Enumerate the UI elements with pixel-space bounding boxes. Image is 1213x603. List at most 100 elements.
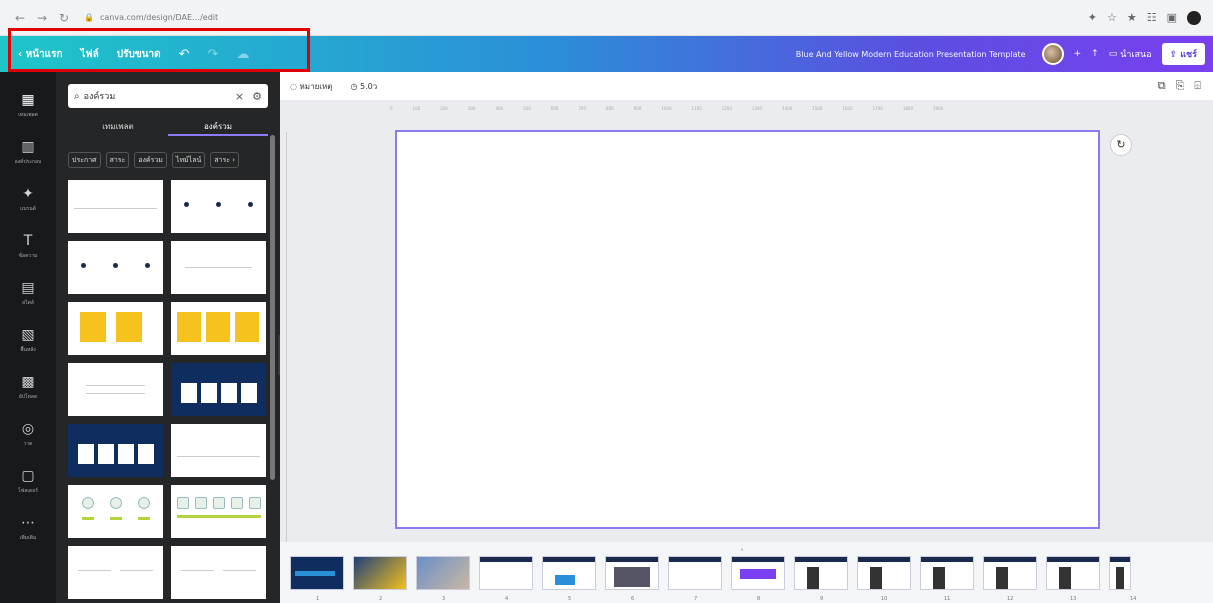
slide-canvas[interactable] xyxy=(395,130,1100,529)
timer-button[interactable]: ◷ 5.0ว xyxy=(350,80,377,93)
thumb-dot xyxy=(247,202,253,207)
layout-thumbnail[interactable] xyxy=(171,424,266,477)
slide-thumbnail[interactable] xyxy=(794,556,848,590)
slide-thumbnail[interactable] xyxy=(479,556,533,590)
thumb-white-box xyxy=(221,383,237,403)
extension-icon[interactable]: ✦ xyxy=(1088,11,1097,25)
slide-block xyxy=(807,567,819,589)
slide-thumbnail[interactable] xyxy=(542,556,596,590)
slide-thumbnail[interactable] xyxy=(857,556,911,590)
ruler-tick: 700 xyxy=(578,105,587,111)
undo-icon[interactable]: ↶ xyxy=(179,47,190,62)
ruler-tick: 400 xyxy=(495,105,504,111)
layout-thumbnail[interactable] xyxy=(171,180,266,233)
clear-search-icon[interactable]: × xyxy=(235,90,244,103)
chip[interactable]: ไทม์ไลน์ xyxy=(171,152,206,168)
tab-templates[interactable]: เทมเพลต xyxy=(68,116,168,136)
slide-number: 1 xyxy=(316,596,320,602)
slide-thumbnail[interactable] xyxy=(668,556,722,590)
slide-thumbnail[interactable] xyxy=(1109,556,1131,590)
present-label: นำเสนอ xyxy=(1120,50,1152,60)
redo-icon[interactable]: ↷ xyxy=(208,47,219,62)
resize-button[interactable]: ปรับขนาด xyxy=(117,47,161,62)
add-collaborator-button[interactable]: + xyxy=(1074,49,1082,59)
rail-item-styles[interactable]: ▤ สไตล์ xyxy=(0,270,56,317)
slide-thumbnail[interactable] xyxy=(416,556,470,590)
rail-label: โฟลเดอร์ xyxy=(18,488,38,494)
thumb-green-bar xyxy=(110,517,122,520)
extension-icon[interactable]: ☷ xyxy=(1147,11,1157,25)
extension-icon[interactable]: ★ xyxy=(1127,11,1137,25)
tab-layouts[interactable]: องค์รวม xyxy=(168,116,268,136)
rail-item-draw[interactable]: ◎ วาด xyxy=(0,411,56,458)
panel-scrollbar[interactable] xyxy=(270,135,275,480)
share-button[interactable]: ⇪ แชร์ xyxy=(1161,43,1205,65)
thumb-box xyxy=(249,497,261,509)
thumb-dot xyxy=(144,263,150,268)
notes-label: หมายเหตุ xyxy=(299,81,333,91)
slide-thumbnail[interactable] xyxy=(920,556,974,590)
layout-thumbnail[interactable] xyxy=(68,180,163,233)
profile-avatar[interactable] xyxy=(1187,10,1201,25)
slide-thumbnail[interactable] xyxy=(1046,556,1100,590)
add-page-icon[interactable]: ⧉ xyxy=(1158,79,1166,93)
user-avatar[interactable] xyxy=(1041,43,1064,65)
browser-toolbar: ← → ↻ 🔒 canva.com/design/DAE…/edit ✦ ☆ ★… xyxy=(0,0,1213,36)
slide-thumbnail[interactable] xyxy=(290,556,344,590)
layout-thumbnail[interactable] xyxy=(68,302,163,355)
notes-button[interactable]: ◌ หมายเหตุ xyxy=(290,80,332,93)
slide-number: 8 xyxy=(757,596,761,602)
window-icon[interactable]: ▣ xyxy=(1167,11,1177,25)
layout-thumbnail[interactable] xyxy=(171,363,266,416)
search-input[interactable]: ⌕ องค์รวม × ⚙ xyxy=(68,84,268,108)
chip[interactable]: องค์รวม xyxy=(134,152,167,168)
insights-icon[interactable]: ↑ xyxy=(1091,49,1099,59)
filter-icon[interactable]: ⚙ xyxy=(252,90,262,103)
thumb-box xyxy=(213,497,225,509)
layout-thumbnail[interactable] xyxy=(171,485,266,538)
thumb-circle xyxy=(82,497,94,509)
address-bar[interactable]: 🔒 canva.com/design/DAE…/edit xyxy=(78,8,498,28)
present-button[interactable]: ▭ นำเสนอ xyxy=(1109,47,1152,61)
rail-item-more[interactable]: ⋯ เพิ่มเติม xyxy=(0,505,56,552)
panel-tabs: เทมเพลต องค์รวม xyxy=(68,116,268,136)
slide-thumbnail[interactable] xyxy=(353,556,407,590)
rail-item-background[interactable]: ▧ พื้นหลัง xyxy=(0,317,56,364)
duplicate-page-icon[interactable]: ⎘ xyxy=(1176,79,1185,93)
file-menu-button[interactable]: ไฟล์ xyxy=(81,47,99,62)
layout-thumbnail[interactable] xyxy=(68,363,163,416)
refresh-icon[interactable]: ↻ xyxy=(1110,134,1132,156)
slide-thumbnail[interactable] xyxy=(605,556,659,590)
slide-thumbnail[interactable] xyxy=(731,556,785,590)
rail-item-elements[interactable]: ▥ องค์ประกอบ xyxy=(0,129,56,176)
back-arrow-icon[interactable]: ← xyxy=(12,11,28,25)
layout-thumbnail[interactable] xyxy=(171,546,266,599)
topbar-menu: ‹ หน้าแรก ไฟล์ ปรับขนาด ↶ ↷ ☁ xyxy=(0,36,249,72)
document-title[interactable]: Blue And Yellow Modern Education Present… xyxy=(796,50,1026,59)
rail-item-templates[interactable]: ▦ เทมเพลต xyxy=(0,82,56,129)
home-button[interactable]: ‹ หน้าแรก xyxy=(18,47,63,62)
layout-thumbnail[interactable] xyxy=(68,546,163,599)
rail-item-brand[interactable]: ✦ แบรนด์ xyxy=(0,176,56,223)
layout-thumbnail[interactable] xyxy=(68,485,163,538)
chip-next[interactable]: สาระ › xyxy=(210,152,240,168)
forward-arrow-icon[interactable]: → xyxy=(34,11,50,25)
ruler-tick: 200 xyxy=(440,105,448,111)
reload-icon[interactable]: ↻ xyxy=(56,11,72,25)
rail-item-folders[interactable]: ▢ โฟลเดอร์ xyxy=(0,458,56,505)
delete-page-icon[interactable]: ⌹ xyxy=(1194,79,1201,93)
layout-thumbnail[interactable] xyxy=(68,241,163,294)
rail-item-uploads[interactable]: ▩ อัปโหลด xyxy=(0,364,56,411)
thumb-white-box xyxy=(98,444,114,464)
thumb-circle xyxy=(138,497,150,509)
layout-thumbnail[interactable] xyxy=(171,302,266,355)
slide-thumbnail[interactable] xyxy=(983,556,1037,590)
chip[interactable]: ประกาศ xyxy=(68,152,101,168)
left-ruler xyxy=(286,132,294,552)
layout-thumbnail[interactable] xyxy=(171,241,266,294)
layout-thumbnail[interactable] xyxy=(68,424,163,477)
chip[interactable]: สาระ xyxy=(105,152,130,168)
bookmark-icon[interactable]: ☆ xyxy=(1107,11,1117,25)
thumb-lines xyxy=(185,267,252,275)
rail-item-text[interactable]: T ข้อความ xyxy=(0,223,56,270)
